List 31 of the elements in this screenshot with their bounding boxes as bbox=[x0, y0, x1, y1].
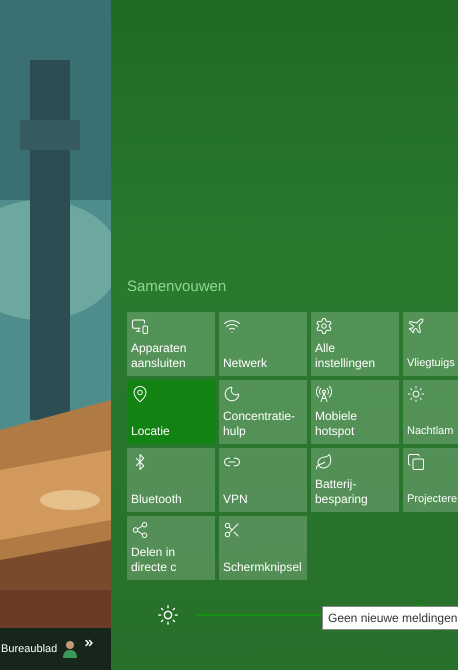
tooltip: Geen nieuwe meldingen bbox=[322, 606, 458, 630]
chevron-icon[interactable] bbox=[83, 637, 96, 649]
antenna-icon bbox=[315, 385, 333, 403]
settings-icon bbox=[315, 317, 333, 335]
leaf-icon bbox=[315, 453, 333, 471]
quick-action-tile[interactable]: VPN bbox=[219, 448, 307, 512]
desktop-label[interactable]: Bureaublad bbox=[1, 643, 58, 655]
quick-action-tile[interactable]: Apparaten aansluiten bbox=[127, 312, 215, 376]
quick-action-tile[interactable]: Alle instellingen bbox=[311, 312, 399, 376]
collapse-link[interactable]: Samenvouwen bbox=[127, 278, 226, 295]
quick-action-tile[interactable]: Vliegtuigs bbox=[403, 312, 458, 376]
quick-action-tile[interactable]: Concentratie-hulp bbox=[219, 380, 307, 444]
quick-action-tile[interactable]: Bluetooth bbox=[127, 448, 215, 512]
quick-action-tile[interactable]: Nachtlam bbox=[403, 380, 458, 444]
airplane-icon bbox=[407, 317, 425, 335]
quick-action-tile[interactable]: Locatie bbox=[127, 380, 215, 444]
quick-action-tile[interactable]: Batterij-besparing bbox=[311, 448, 399, 512]
scissors-icon bbox=[223, 521, 241, 539]
quick-action-tile[interactable]: Delen in directe c bbox=[127, 516, 215, 580]
quick-action-tile[interactable]: Mobiele hotspot bbox=[311, 380, 399, 444]
screens-icon bbox=[407, 453, 425, 471]
sun-icon bbox=[407, 385, 425, 403]
share-icon bbox=[131, 521, 149, 539]
moon-icon bbox=[223, 385, 241, 403]
quick-action-tile[interactable]: Schermknipsel bbox=[219, 516, 307, 580]
quick-action-tile[interactable]: Projectere bbox=[403, 448, 458, 512]
brightness-icon bbox=[157, 604, 179, 626]
devices-icon bbox=[131, 317, 149, 335]
map-pin-icon bbox=[131, 385, 149, 403]
person-icon[interactable] bbox=[63, 640, 78, 658]
quick-action-tile[interactable]: Netwerk bbox=[219, 312, 307, 376]
